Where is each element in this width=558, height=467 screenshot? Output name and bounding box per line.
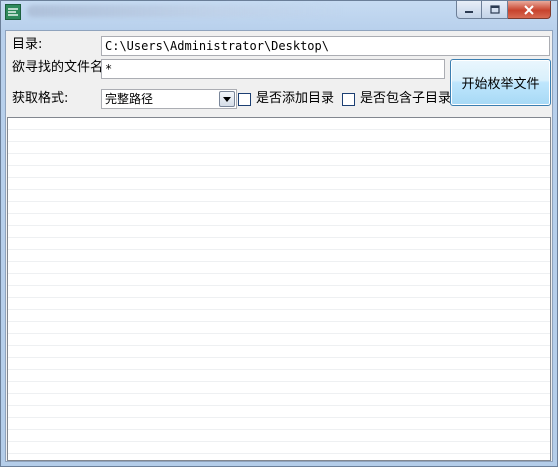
app-window: 目录: C:\Users\Administrator\Desktop\ 欲寻找的… xyxy=(0,0,558,467)
client-area: 目录: C:\Users\Administrator\Desktop\ 欲寻找的… xyxy=(5,30,553,462)
close-button[interactable] xyxy=(508,1,551,19)
minimize-icon xyxy=(465,10,473,13)
filename-label: 欲寻找的文件名: xyxy=(12,60,108,75)
format-label: 获取格式: xyxy=(12,91,69,106)
maximize-button[interactable] xyxy=(482,1,508,19)
caption-buttons xyxy=(456,1,551,19)
format-select[interactable]: 完整路径 xyxy=(101,89,237,109)
filename-input[interactable]: * xyxy=(101,59,445,79)
start-enumerate-button[interactable]: 开始枚举文件 xyxy=(450,59,551,106)
directory-input[interactable]: C:\Users\Administrator\Desktop\ xyxy=(101,36,550,56)
close-icon xyxy=(524,4,534,15)
format-select-value: 完整路径 xyxy=(105,92,154,106)
chevron-down-icon xyxy=(223,96,231,102)
app-icon[interactable] xyxy=(5,4,21,20)
title-bar[interactable] xyxy=(1,1,557,29)
results-list[interactable] xyxy=(7,117,551,461)
add-directory-checkbox[interactable]: 是否添加目录 xyxy=(238,90,334,108)
add-directory-label: 是否添加目录 xyxy=(256,91,335,106)
include-subdirectory-checkbox[interactable]: 是否包含子目录 xyxy=(342,90,451,108)
start-enumerate-label: 开始枚举文件 xyxy=(461,77,540,92)
maximize-icon xyxy=(489,5,500,14)
directory-label: 目录: xyxy=(12,37,43,52)
window-title xyxy=(27,5,347,17)
include-subdirectory-label: 是否包含子目录 xyxy=(360,91,452,106)
minimize-button[interactable] xyxy=(456,1,482,19)
checkbox-box[interactable] xyxy=(238,92,251,106)
dropdown-button[interactable] xyxy=(219,91,235,107)
checkbox-box[interactable] xyxy=(342,92,355,106)
